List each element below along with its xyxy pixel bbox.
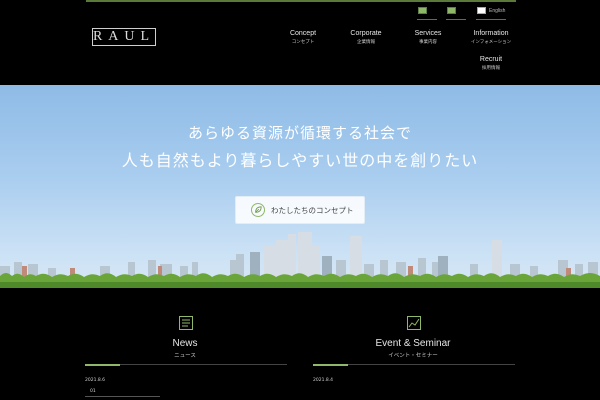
- nav-label-en: Corporate: [350, 30, 382, 37]
- news-divider-accent: [85, 363, 120, 366]
- nav-label-ja: 事業内容: [419, 40, 437, 45]
- nav-label-en: Services: [414, 30, 442, 37]
- nav-label-en: Concept: [289, 30, 317, 37]
- news-date: 2021.8.6: [85, 378, 106, 383]
- language-label: English: [489, 7, 506, 14]
- flag-icon: [477, 7, 486, 14]
- chart-icon: [407, 316, 421, 330]
- city-skyline-image: [0, 232, 600, 288]
- header-accent-line: [86, 0, 516, 2]
- event-divider: [313, 363, 515, 366]
- event-seminar-subtitle: イベント・セミナー: [388, 353, 438, 359]
- language-option-english[interactable]: English: [477, 7, 505, 14]
- nav-label-ja: インフォメーション: [470, 40, 512, 45]
- news-divider: [85, 363, 287, 366]
- hero-headline-line-1: あらゆる資源が循環する社会で: [187, 124, 412, 142]
- site-header: RAUL English Concept コンセプト Corporate 企業情…: [0, 0, 600, 85]
- news-item-number: 01: [90, 389, 96, 394]
- event-date: 2021.8.4: [313, 378, 334, 383]
- event-seminar-title: Event & Seminar: [375, 338, 451, 349]
- nav-item-corporate[interactable]: Corporate 企業情報: [331, 30, 401, 45]
- event-divider-accent: [313, 363, 348, 366]
- news-subtitle: ニュース: [174, 353, 196, 359]
- language-underline: [417, 19, 437, 20]
- newspaper-icon: [179, 316, 193, 330]
- raul-logo[interactable]: RAUL: [92, 28, 156, 46]
- nav-label-en: Recruit: [479, 56, 503, 63]
- hero-section: あらゆる資源が循環する社会で 人も自然もより暮らしやすい世の中を創りたい わたし…: [0, 85, 600, 288]
- leaf-icon: [251, 203, 265, 217]
- nav-label-ja: コンセプト: [291, 40, 315, 45]
- news-title: News: [172, 338, 198, 349]
- nav-label-ja: 企業情報: [357, 40, 375, 45]
- language-option-2[interactable]: [447, 7, 456, 14]
- nav-label-ja: 採用情報: [482, 66, 500, 71]
- language-underline: [446, 19, 466, 20]
- nav-label-en: Information: [473, 30, 509, 37]
- flag-icon: [447, 7, 456, 14]
- concept-button-label: わたしたちのコンセプト: [271, 205, 354, 215]
- nav-item-recruit[interactable]: Recruit 採用情報: [456, 56, 526, 71]
- hero-headline-line-2: 人も自然もより暮らしやすい世の中を創りたい: [121, 151, 479, 170]
- language-underline: [476, 19, 506, 20]
- nav-item-information[interactable]: Information インフォメーション: [456, 30, 526, 45]
- nav-item-services[interactable]: Services 事業内容: [393, 30, 463, 45]
- language-option-1[interactable]: [418, 7, 427, 14]
- flag-icon: [418, 7, 427, 14]
- news-item-underline: [85, 396, 160, 397]
- nav-item-concept[interactable]: Concept コンセプト: [268, 30, 338, 45]
